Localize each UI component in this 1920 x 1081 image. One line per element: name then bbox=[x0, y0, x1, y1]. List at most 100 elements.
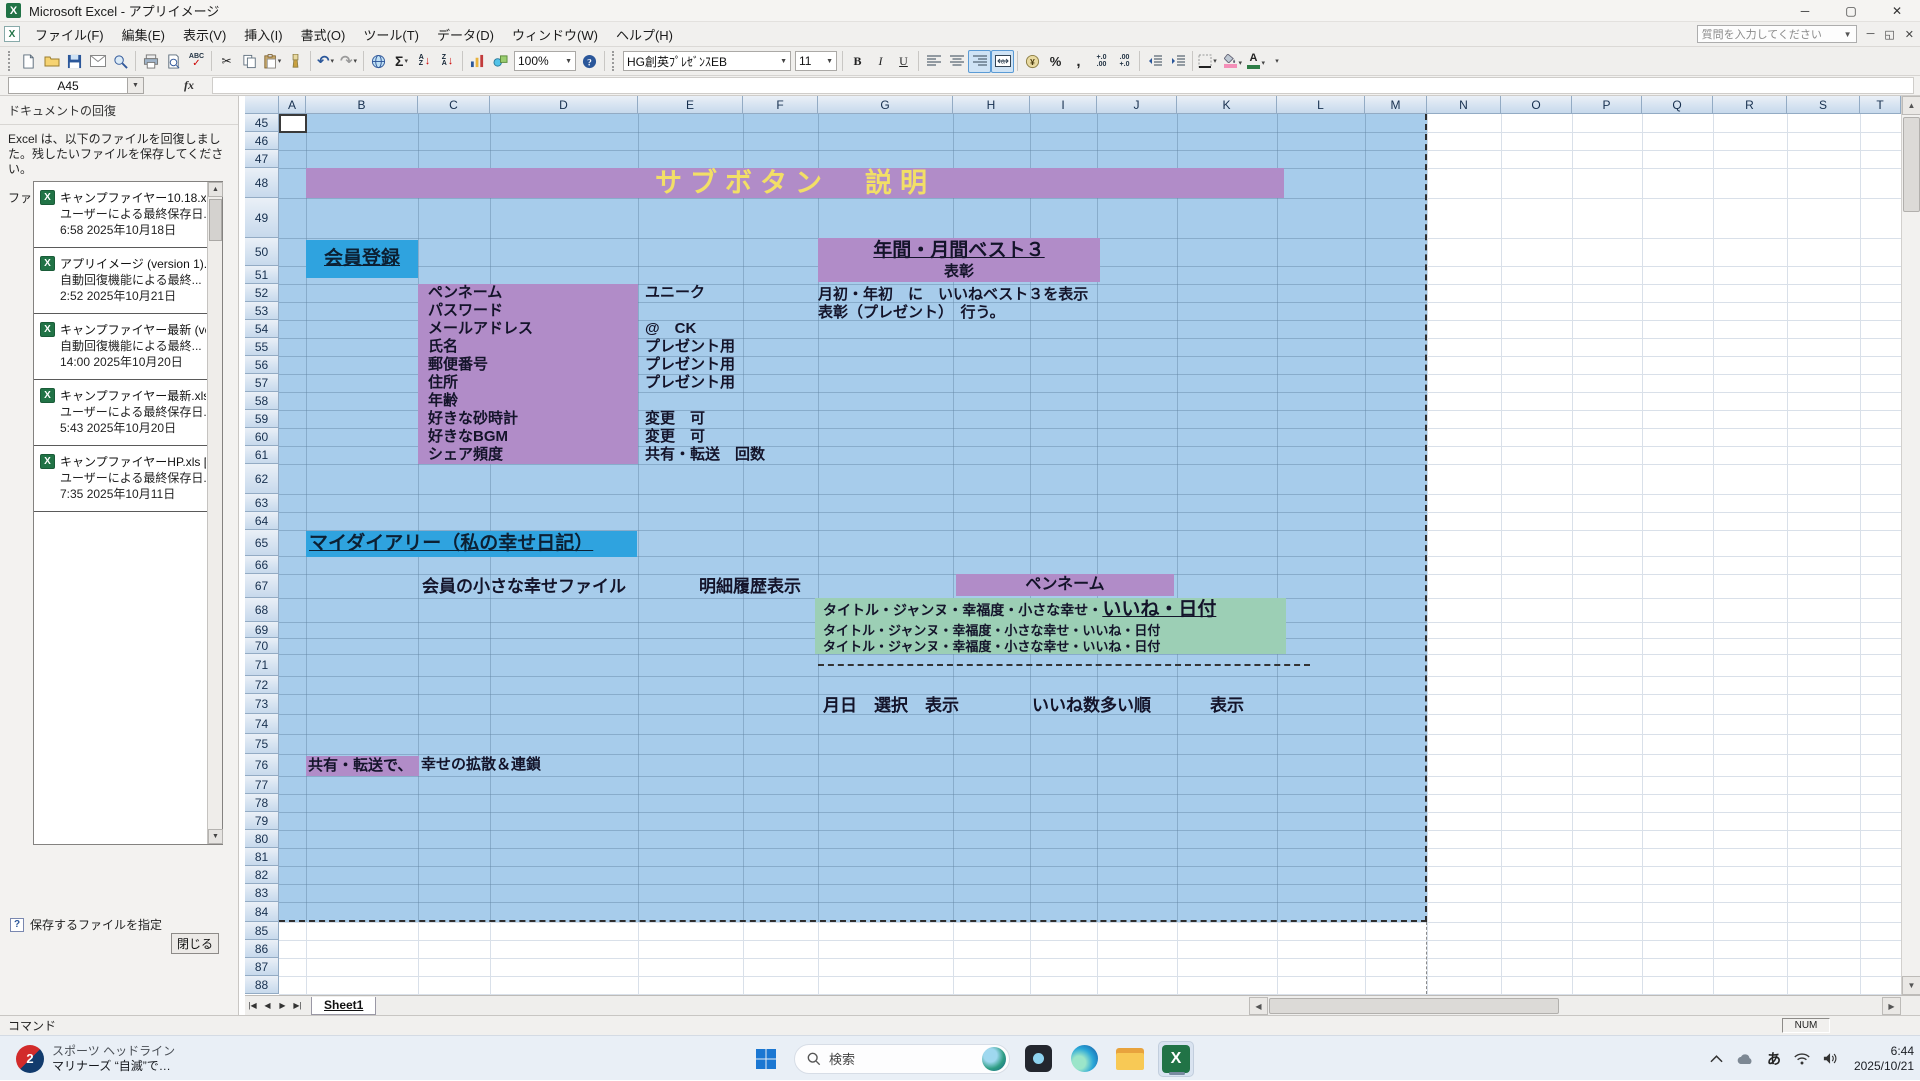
menu-item[interactable]: 編集(E) bbox=[113, 22, 174, 47]
drawing-button[interactable] bbox=[489, 50, 512, 73]
workbook-restore-button[interactable]: ◱ bbox=[1884, 28, 1894, 41]
row-header-84[interactable]: 84 bbox=[245, 902, 279, 922]
column-header-K[interactable]: K bbox=[1177, 96, 1277, 114]
row-header-80[interactable]: 80 bbox=[245, 830, 279, 848]
scroll-right-icon[interactable]: ▶ bbox=[1882, 997, 1901, 1015]
menu-item[interactable]: 書式(O) bbox=[292, 22, 355, 47]
column-header-P[interactable]: P bbox=[1572, 96, 1642, 114]
name-box-dropdown[interactable]: ▼ bbox=[128, 77, 144, 94]
last-sheet-icon[interactable]: ▶| bbox=[290, 998, 305, 1014]
column-header-O[interactable]: O bbox=[1501, 96, 1572, 114]
active-cell-a45[interactable] bbox=[279, 114, 307, 133]
first-sheet-icon[interactable]: |◀ bbox=[245, 998, 260, 1014]
close-button[interactable]: ✕ bbox=[1874, 0, 1920, 21]
autosum-button[interactable]: Σ▾ bbox=[390, 50, 413, 73]
spelling-button[interactable]: ABC✓ bbox=[185, 50, 208, 73]
scroll-up-icon[interactable]: ▲ bbox=[208, 182, 223, 197]
name-box[interactable]: A45 bbox=[8, 77, 128, 94]
align-center-button[interactable] bbox=[945, 50, 968, 73]
row-header-68[interactable]: 68 bbox=[245, 598, 279, 622]
comma-style-button[interactable]: , bbox=[1067, 50, 1090, 73]
row-header-55[interactable]: 55 bbox=[245, 338, 279, 356]
menu-item[interactable]: ツール(T) bbox=[354, 22, 428, 47]
menu-item[interactable]: 挿入(I) bbox=[235, 22, 291, 47]
column-header-R[interactable]: R bbox=[1713, 96, 1787, 114]
column-header-B[interactable]: B bbox=[306, 96, 418, 114]
row-header-73[interactable]: 73 bbox=[245, 694, 279, 714]
fill-color-button[interactable]: ▾ bbox=[1219, 50, 1242, 73]
row-header-54[interactable]: 54 bbox=[245, 320, 279, 338]
column-header-N[interactable]: N bbox=[1427, 96, 1501, 114]
tray-chevron-up-icon[interactable] bbox=[1710, 1055, 1723, 1063]
question-box[interactable]: 質問を入力してください▼ bbox=[1697, 25, 1857, 43]
which-file-to-save-link[interactable]: 保存するファイルを指定 bbox=[30, 916, 162, 933]
row-header-46[interactable]: 46 bbox=[245, 132, 279, 150]
menu-item[interactable]: ウィンドウ(W) bbox=[503, 22, 607, 47]
borders-button[interactable]: ▾ bbox=[1196, 50, 1219, 73]
taskbar-search-box[interactable]: 検索 bbox=[794, 1044, 1010, 1074]
row-header-50[interactable]: 50 bbox=[245, 238, 279, 266]
row-header-52[interactable]: 52 bbox=[245, 284, 279, 302]
volume-icon[interactable] bbox=[1823, 1052, 1838, 1065]
italic-button[interactable]: I bbox=[869, 50, 892, 73]
undo-button[interactable]: ↶▾ bbox=[314, 50, 337, 73]
cut-button[interactable]: ✂ bbox=[215, 50, 238, 73]
column-header-E[interactable]: E bbox=[638, 96, 743, 114]
row-header-63[interactable]: 63 bbox=[245, 494, 279, 512]
column-header-T[interactable]: T bbox=[1860, 96, 1901, 114]
paste-button[interactable]: ▾ bbox=[261, 50, 284, 73]
row-header-61[interactable]: 61 bbox=[245, 446, 279, 464]
row-header-60[interactable]: 60 bbox=[245, 428, 279, 446]
column-header-C[interactable]: C bbox=[418, 96, 490, 114]
font-name-select[interactable]: HG創英ﾌﾟﾚｾﾞﾝｽEB▼ bbox=[623, 51, 791, 71]
sort-ascending-button[interactable]: AZ↓ bbox=[413, 50, 436, 73]
column-header-Q[interactable]: Q bbox=[1642, 96, 1713, 114]
maximize-button[interactable]: ▢ bbox=[1828, 0, 1874, 21]
taskbar-app-excel[interactable]: X bbox=[1158, 1041, 1194, 1077]
row-header-65[interactable]: 65 bbox=[245, 530, 279, 556]
font-size-select[interactable]: 11▼ bbox=[795, 51, 837, 71]
increase-indent-button[interactable] bbox=[1166, 50, 1189, 73]
row-header-87[interactable]: 87 bbox=[245, 958, 279, 976]
align-right-button[interactable] bbox=[968, 50, 991, 73]
row-header-64[interactable]: 64 bbox=[245, 512, 279, 530]
onedrive-cloud-icon[interactable] bbox=[1736, 1053, 1754, 1065]
next-sheet-icon[interactable]: ▶ bbox=[275, 998, 290, 1014]
format-painter-button[interactable] bbox=[284, 50, 307, 73]
scroll-up-icon[interactable]: ▲ bbox=[1902, 96, 1920, 115]
new-document-button[interactable] bbox=[17, 50, 40, 73]
merge-center-button[interactable]: a bbox=[991, 50, 1014, 73]
row-header-45[interactable]: 45 bbox=[245, 114, 279, 132]
select-all-corner[interactable] bbox=[245, 96, 279, 114]
row-header-57[interactable]: 57 bbox=[245, 374, 279, 392]
underline-button[interactable]: U bbox=[892, 50, 915, 73]
recovered-file-item[interactable]: Xキャンプファイヤー最新 (ver...自動回復機能による最終...14:00 … bbox=[34, 314, 222, 380]
column-header-D[interactable]: D bbox=[490, 96, 638, 114]
recovered-file-item[interactable]: Xキャンプファイヤー10.18.xls ...ユーザーによる最終保存日...6:… bbox=[34, 182, 222, 248]
scroll-left-icon[interactable]: ◀ bbox=[1249, 997, 1268, 1015]
sort-descending-button[interactable]: ZA↓ bbox=[436, 50, 459, 73]
wifi-icon[interactable] bbox=[1794, 1053, 1810, 1065]
widgets-button[interactable]: 2 スポーツ ヘッドライン マリナーズ “自滅”で… bbox=[10, 1040, 181, 1077]
chart-wizard-button[interactable] bbox=[466, 50, 489, 73]
vertical-scrollbar[interactable]: ▲ ▼ bbox=[1901, 96, 1920, 995]
taskbar-app-edge[interactable] bbox=[1066, 1041, 1102, 1077]
row-header-85[interactable]: 85 bbox=[245, 922, 279, 940]
bold-button[interactable]: B bbox=[846, 50, 869, 73]
taskbar-clock[interactable]: 6:44 2025/10/21 bbox=[1854, 1044, 1914, 1074]
zoom-select[interactable]: 100%▼ bbox=[514, 51, 576, 71]
row-header-62[interactable]: 62 bbox=[245, 464, 279, 494]
column-header-L[interactable]: L bbox=[1277, 96, 1365, 114]
workbook-minimize-button[interactable]: ─ bbox=[1867, 28, 1875, 41]
recovered-file-item[interactable]: Xアプリイメージ (version 1).x...自動回復機能による最終...2… bbox=[34, 248, 222, 314]
percent-style-button[interactable]: % bbox=[1044, 50, 1067, 73]
toolbar-options-button[interactable]: ▾ bbox=[1265, 50, 1288, 73]
align-left-button[interactable] bbox=[922, 50, 945, 73]
font-color-button[interactable]: A▾ bbox=[1242, 50, 1265, 73]
row-header-66[interactable]: 66 bbox=[245, 556, 279, 574]
row-header-75[interactable]: 75 bbox=[245, 734, 279, 754]
row-header-81[interactable]: 81 bbox=[245, 848, 279, 866]
column-header-F[interactable]: F bbox=[743, 96, 818, 114]
column-header-S[interactable]: S bbox=[1787, 96, 1860, 114]
menu-item[interactable]: 表示(V) bbox=[174, 22, 235, 47]
